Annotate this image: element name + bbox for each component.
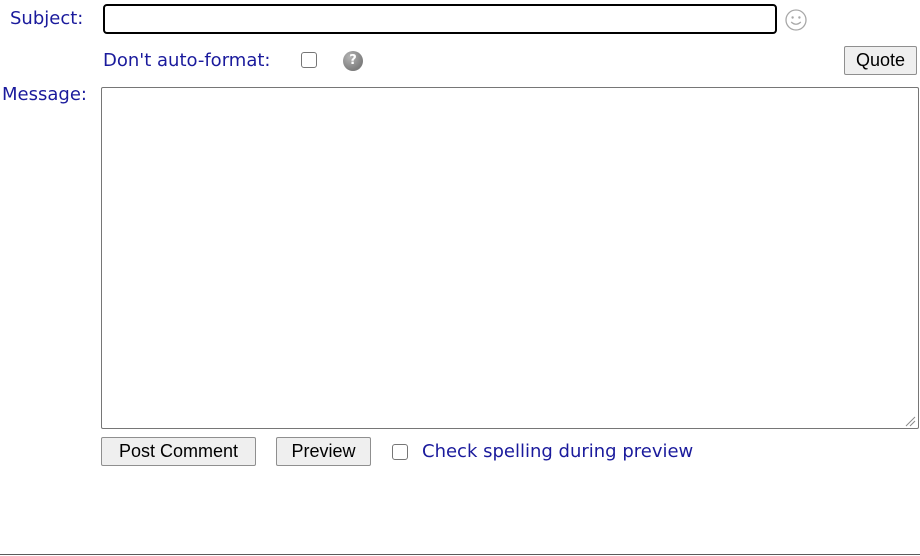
help-icon[interactable]: ?	[343, 51, 363, 71]
subject-label: Subject:	[10, 8, 84, 29]
auto-format-checkbox[interactable]	[301, 52, 317, 68]
preview-button[interactable]: Preview	[276, 437, 371, 466]
message-textarea[interactable]	[101, 87, 919, 429]
subject-input[interactable]	[103, 4, 777, 34]
message-label: Message:	[2, 84, 87, 105]
bottom-divider	[0, 554, 920, 555]
auto-format-label: Don't auto-format:	[103, 50, 271, 71]
smiley-icon[interactable]	[784, 8, 808, 32]
resize-grip-icon[interactable]	[905, 416, 916, 427]
spellcheck-label: Check spelling during preview	[422, 441, 694, 462]
spellcheck-checkbox[interactable]	[392, 444, 408, 460]
quote-button[interactable]: Quote	[844, 46, 917, 75]
post-comment-button[interactable]: Post Comment	[101, 437, 256, 466]
